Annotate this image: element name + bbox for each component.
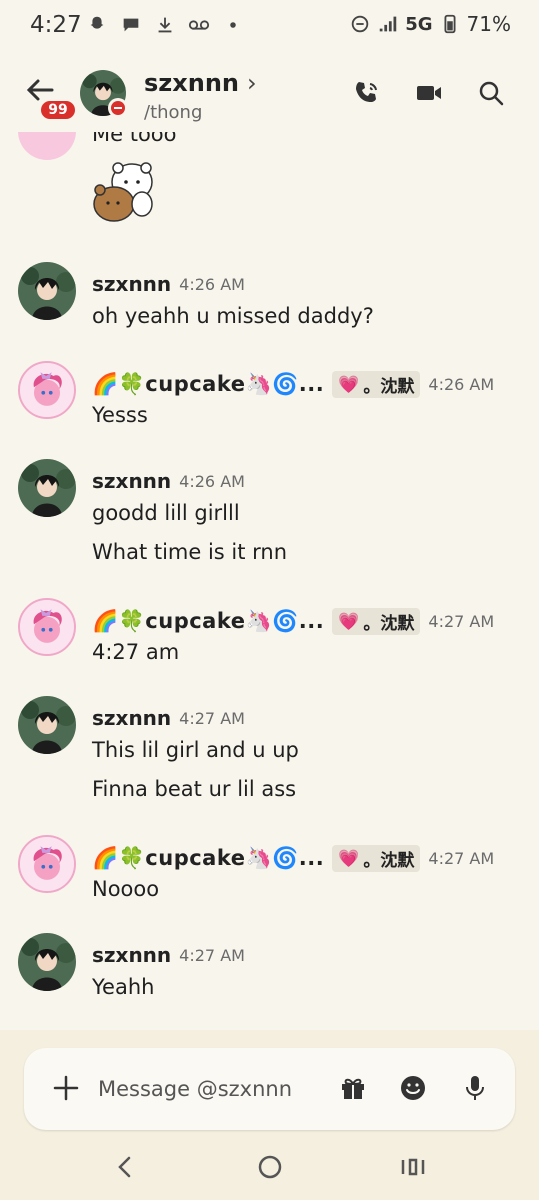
unread-badge: 99 xyxy=(38,98,78,122)
header-username: szxnnn xyxy=(144,69,239,97)
network-type: 5G xyxy=(405,13,433,35)
nav-back-icon[interactable] xyxy=(110,1152,140,1182)
message-list[interactable]: Me tooo szxnnn 4:26 AM oh yeahh u missed… xyxy=(0,132,539,1032)
message-text: oh yeahh u missed daddy? xyxy=(92,304,374,328)
message-timestamp: 4:26 AM xyxy=(428,375,495,394)
emoji-icon[interactable] xyxy=(398,1073,428,1103)
status-bar: 4:27 5G 71% xyxy=(0,0,539,56)
user-avatar-szxnnn[interactable] xyxy=(18,262,76,320)
message-timestamp: 4:27 AM xyxy=(179,945,245,965)
dnd-icon xyxy=(351,15,369,33)
user-avatar-szxnnn[interactable] xyxy=(18,933,76,991)
message-text: This lil girl and u up xyxy=(92,738,299,762)
heart-icon: 💗 xyxy=(338,374,360,395)
voicemail-icon xyxy=(188,20,210,30)
message-timestamp: 4:26 AM xyxy=(179,471,245,491)
author-name[interactable]: 🌈🍀cupcake🦄🌀... xyxy=(92,372,324,397)
author-name[interactable]: 🌈🍀cupcake🦄🌀... xyxy=(92,846,324,871)
author-name[interactable]: 🌈🍀cupcake🦄🌀... xyxy=(92,609,324,634)
status-time: 4:27 xyxy=(30,12,82,38)
heart-icon: 💗 xyxy=(338,611,360,632)
user-avatar-cupcake[interactable] xyxy=(18,835,76,893)
user-avatar-cupcake[interactable] xyxy=(18,361,76,419)
chat-bubble-icon xyxy=(123,18,139,32)
header-title[interactable]: szxnnn › xyxy=(144,69,257,97)
plus-icon[interactable] xyxy=(52,1074,80,1102)
battery-icon xyxy=(444,14,456,34)
message-input[interactable]: Message @szxnnn xyxy=(98,1077,292,1101)
message-timestamp: 4:27 AM xyxy=(428,612,495,631)
author-name[interactable]: szxnnn xyxy=(92,272,171,296)
user-avatar-szxnnn[interactable] xyxy=(18,459,76,517)
download-icon xyxy=(158,17,172,33)
message-text: goodd lill girlll xyxy=(92,501,240,525)
role-tag: 💗 。沈默 xyxy=(332,845,421,872)
role-tag: 💗 。沈默 xyxy=(332,371,421,398)
user-avatar-szxnnn[interactable] xyxy=(18,696,76,754)
author-name[interactable]: szxnnn xyxy=(92,943,171,967)
role-tag: 💗 。沈默 xyxy=(332,608,421,635)
message-text: Yeahh xyxy=(92,975,155,999)
message-timestamp: 4:27 AM xyxy=(179,708,245,728)
message-text: 4:27 am xyxy=(92,640,180,664)
message-text: Noooo xyxy=(92,877,160,901)
chevron-right-icon: › xyxy=(247,69,257,97)
message-text: Finna beat ur lil ass xyxy=(92,777,297,801)
gift-icon[interactable] xyxy=(338,1073,368,1103)
video-call-icon[interactable] xyxy=(414,78,444,108)
header-subtitle: /thong xyxy=(144,102,203,123)
dnd-status-icon xyxy=(108,98,128,118)
voice-call-icon[interactable] xyxy=(352,78,382,108)
bear-hug-sticker[interactable] xyxy=(90,156,160,226)
message-composer[interactable]: Message @szxnnn xyxy=(24,1048,515,1130)
message-text: What time is it rnn xyxy=(92,540,288,564)
user-avatar-cupcake[interactable] xyxy=(18,598,76,656)
message-timestamp: 4:26 AM xyxy=(179,274,245,294)
dot-icon xyxy=(230,22,236,28)
user-avatar-cupcake[interactable] xyxy=(18,132,76,160)
microphone-icon[interactable] xyxy=(460,1073,490,1103)
signal-icon xyxy=(379,16,397,32)
battery-level: 71% xyxy=(466,12,511,36)
author-name[interactable]: szxnnn xyxy=(92,469,171,493)
search-icon[interactable] xyxy=(476,78,506,108)
message-text: Yesss xyxy=(92,403,148,427)
nav-home-icon[interactable] xyxy=(255,1152,285,1182)
snapchat-icon xyxy=(90,16,104,29)
dm-chat-screen: 4:27 5G 71% 99 szxnnn › /thong Me tooo s… xyxy=(0,0,539,1200)
chat-header: 99 szxnnn › /thong xyxy=(0,56,539,132)
message-timestamp: 4:27 AM xyxy=(428,849,495,868)
system-nav-bar xyxy=(0,1134,539,1200)
author-name[interactable]: szxnnn xyxy=(92,706,171,730)
heart-icon: 💗 xyxy=(338,848,360,869)
message-text: Me tooo xyxy=(92,132,177,146)
nav-recents-icon[interactable] xyxy=(398,1152,428,1182)
